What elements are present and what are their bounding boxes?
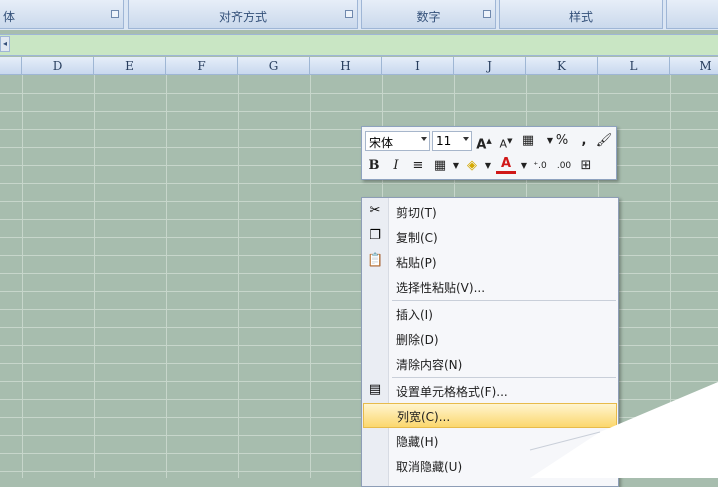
page-curl-decoration — [529, 382, 718, 478]
page-curl-shape — [530, 382, 718, 478]
